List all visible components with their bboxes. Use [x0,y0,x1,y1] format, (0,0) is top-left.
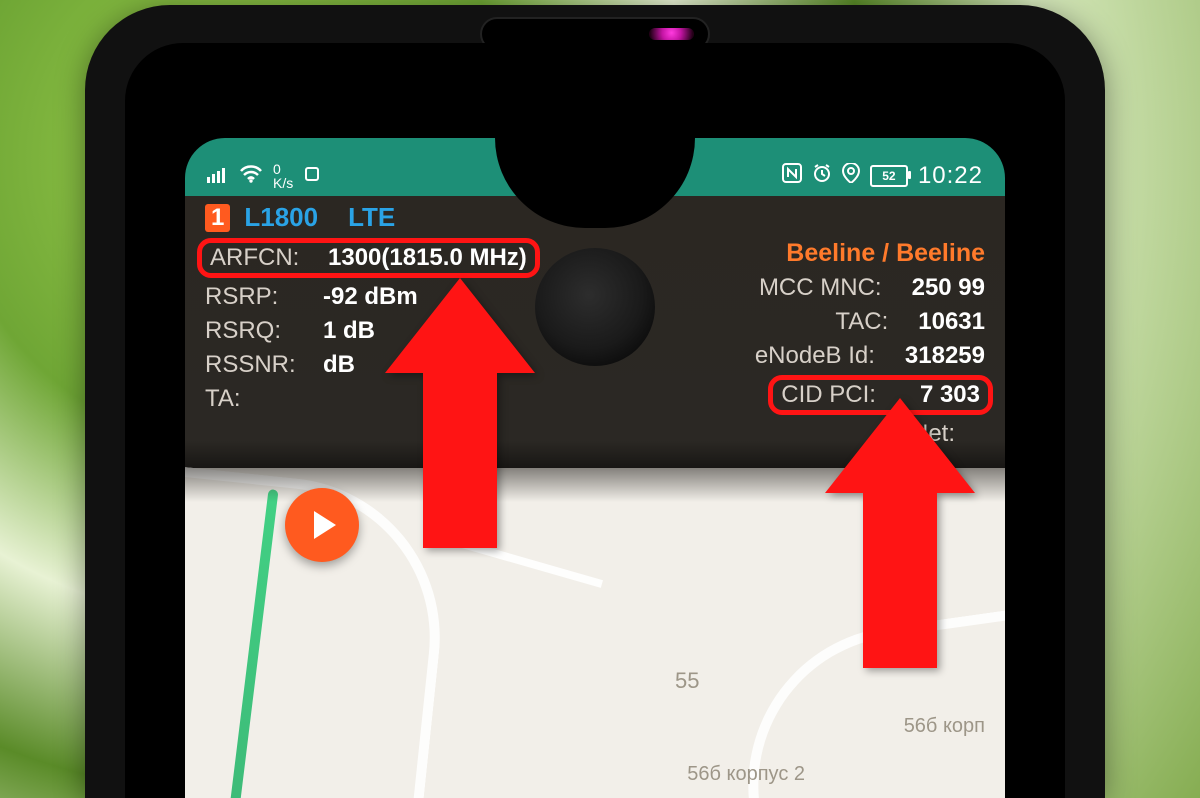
screen: 0 K/s [185,138,1005,798]
enodeb-label: eNodeB Id: [755,342,875,370]
rsrp-label: RSRP: [205,283,315,311]
enodeb-value: 318259 [905,342,985,370]
proximity-led [649,28,694,40]
nfc-icon [782,163,802,189]
tac-value: 10631 [918,308,985,336]
annotation-arrow-right [825,398,975,668]
alarm-icon [812,163,832,189]
arfcn-label: ARFCN: [210,244,320,272]
rsrq-label: RSRQ: [205,317,315,345]
map-house-number: 55 [675,668,699,694]
net-speed-indicator: 0 K/s [273,163,293,190]
clock: 10:22 [918,162,983,190]
mccmnc-value: 250 99 [912,274,985,302]
rssnr-value: dB [323,351,355,379]
vibrate-icon [303,165,321,189]
arfcn-row: ARFCN: 1300(1815.0 MHz) [197,238,540,278]
band-label: L1800 [244,202,318,233]
record-play-button[interactable] [285,488,359,562]
operator-name: Beeline / Beeline [755,239,985,268]
wifi-icon [239,165,263,189]
battery-indicator: 52 [870,165,908,187]
phone-case: 0 K/s [85,5,1105,798]
tac-row: TAC: 10631 [755,308,985,336]
signal-icon [207,165,229,189]
mccmnc-label: MCC MNC: [759,274,882,302]
battery-percent: 52 [870,165,908,187]
status-bar-left: 0 K/s [207,163,321,190]
sim-slot-badge: 1 [205,204,230,232]
tac-label: TAC: [835,308,888,336]
rssnr-label: RSSNR: [205,351,315,379]
status-bar-right: 52 10:22 [782,162,983,190]
enodeb-row: eNodeB Id: 318259 [755,342,985,370]
arfcn-value: 1300(1815.0 MHz) [328,244,527,272]
location-icon [842,163,860,189]
mccmnc-row: MCC MNC: 250 99 [755,274,985,302]
annotation-arrow-left [385,278,535,548]
ta-label: TA: [205,385,315,413]
rsrq-value: 1 dB [323,317,375,345]
net-speed-unit: K/s [273,177,293,190]
map-house-number: 56б корп [904,715,985,738]
phone-bezel: 0 K/s [125,43,1065,798]
tech-label: LTE [348,202,395,233]
front-camera [535,248,655,366]
map-house-number: 56б корпус 2 [687,763,805,786]
